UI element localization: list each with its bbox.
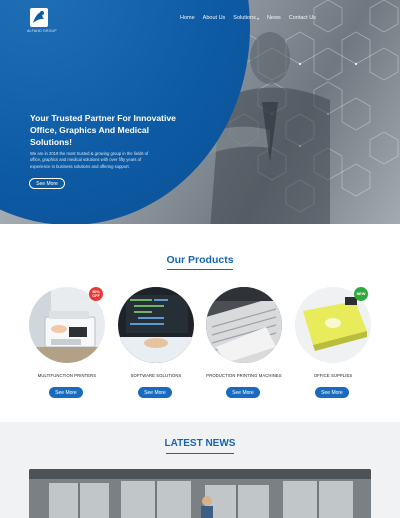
logo-text: ALFAHD GROUP — [27, 29, 57, 33]
company-logo-icon[interactable] — [29, 7, 49, 29]
product-badge: NEW — [354, 287, 368, 301]
product-badge: 50% OFF — [89, 287, 103, 301]
product-image-software[interactable] — [118, 287, 194, 363]
nav-item-home[interactable]: Home — [176, 15, 199, 21]
product-name: MULTIFUNCTION PRINTERS — [37, 373, 97, 378]
nav-item-solutions[interactable]: Solutions ▾ — [229, 15, 263, 21]
product-image-printing-machine[interactable] — [206, 287, 282, 363]
product-see-more-button[interactable]: See More — [315, 387, 349, 398]
chevron-down-icon: ▾ — [256, 15, 259, 21]
product-name: SOFTWARE SOLUTIONS — [130, 373, 182, 378]
product-name: OFFICE SUPPLIES — [313, 373, 353, 378]
product-name: PRODUCTION PRINTING MACHINES — [206, 373, 282, 378]
nav-item-contact-us[interactable]: Contact Us — [285, 15, 320, 21]
news-image[interactable] — [29, 469, 371, 518]
product-see-more-button[interactable]: See More — [49, 387, 83, 398]
title-underline — [166, 453, 234, 454]
news-section-title: LATEST NEWS — [164, 438, 236, 449]
product-see-more-button[interactable]: See More — [226, 387, 260, 398]
title-underline — [167, 269, 233, 270]
hero-see-more-button[interactable]: See More — [29, 178, 65, 189]
nav-item-about-us[interactable]: About Us — [199, 15, 230, 21]
products-section-title: Our Products — [166, 254, 234, 266]
nav-item-news[interactable]: News — [263, 15, 285, 21]
product-see-more-button[interactable]: See More — [138, 387, 172, 398]
hero-description: We are in 2019 the most trusted & growin… — [30, 151, 149, 169]
hero-banner: ALFAHD GROUP Home About Us Solutions ▾ Ne… — [0, 0, 400, 224]
main-navigation: Home About Us Solutions ▾ News Contact Us — [176, 15, 320, 21]
hero-title: Your Trusted Partner For Innovative Offi… — [30, 113, 176, 147]
